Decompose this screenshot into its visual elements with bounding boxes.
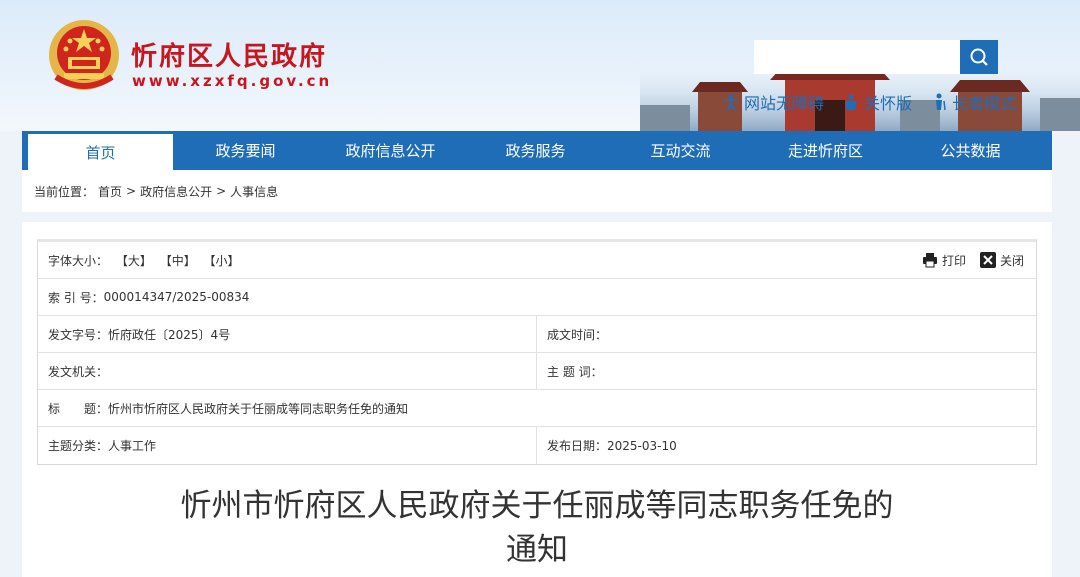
article-content: 字体大小： 【大】 【中】 【小】 打印 关闭 索 引 号： 000014347… bbox=[22, 222, 1052, 577]
written-date-label: 成文时间： bbox=[547, 327, 608, 342]
nav-item-services[interactable]: 政务服务 bbox=[463, 131, 608, 170]
document-title-line-1: 忻州市忻府区人民政府关于任丽成等同志职务任免的 bbox=[180, 488, 894, 524]
font-size-cell: 字体大小： 【大】 【中】 【小】 打印 关闭 bbox=[38, 242, 1036, 278]
nav-item-public-data[interactable]: 公共数据 bbox=[898, 131, 1043, 170]
document-title-line-2: 通知 bbox=[506, 532, 568, 568]
title-row: 标 题： 忻州市忻府区人民政府关于任丽成等同志职务任免的通知 bbox=[38, 390, 1036, 427]
keywords-label: 主 题 词： bbox=[547, 364, 603, 379]
tower-skyline-image bbox=[640, 40, 1080, 131]
document-title: 忻州市忻府区人民政府关于任丽成等同志职务任免的 通知 bbox=[22, 484, 1052, 572]
doc-number-row: 发文字号： 忻府政任〔2025〕4号 成文时间： bbox=[38, 316, 1036, 353]
search-icon bbox=[970, 48, 988, 66]
elder-mode-link[interactable]: 长者模式 bbox=[930, 90, 1016, 114]
title-value: 忻州市忻府区人民政府关于任丽成等同志职务任免的通知 bbox=[108, 401, 409, 416]
doc-number-label: 发文字号： bbox=[48, 327, 109, 342]
written-date-cell: 成文时间： bbox=[537, 316, 1036, 352]
keywords-cell: 主 题 词： bbox=[537, 353, 1036, 389]
document-info-table: 字体大小： 【大】 【中】 【小】 打印 关闭 索 引 号： 000014347… bbox=[37, 239, 1037, 465]
nav-item-news[interactable]: 政务要闻 bbox=[173, 131, 318, 170]
site-url: www.xzxfq.gov.cn bbox=[132, 72, 333, 90]
national-emblem-icon bbox=[49, 20, 119, 90]
category-value: 人事工作 bbox=[108, 439, 157, 453]
breadcrumb-home[interactable]: 首页 bbox=[98, 183, 122, 200]
care-icon bbox=[845, 94, 858, 110]
publish-date-label: 发布日期： bbox=[547, 439, 608, 453]
breadcrumb-info-disclosure[interactable]: 政府信息公开 bbox=[140, 183, 212, 200]
index-value: 000014347/2025-00834 bbox=[103, 290, 250, 304]
breadcrumb-separator: > bbox=[216, 184, 227, 198]
publish-date-cell: 发布日期： 2025-03-10 bbox=[537, 427, 1036, 464]
doc-number-value: 忻府政任〔2025〕4号 bbox=[108, 327, 231, 342]
title-cell: 标 题： 忻州市忻府区人民政府关于任丽成等同志职务任免的通知 bbox=[38, 390, 1036, 426]
nav-item-about[interactable]: 走进忻府区 bbox=[753, 131, 898, 170]
doc-number-cell: 发文字号： 忻府政任〔2025〕4号 bbox=[38, 316, 537, 352]
search-box bbox=[754, 40, 998, 74]
publish-date-value: 2025-03-10 bbox=[607, 438, 677, 453]
accessibility-link-label: 网站无障碍 bbox=[744, 94, 825, 113]
index-row: 索 引 号： 000014347/2025-00834 bbox=[38, 279, 1036, 316]
care-version-link-label: 关怀版 bbox=[864, 94, 913, 113]
issuer-cell: 发文机关： bbox=[38, 353, 537, 389]
category-cell: 主题分类： 人事工作 bbox=[38, 427, 537, 464]
font-size-small-button[interactable]: 【小】 bbox=[204, 254, 240, 268]
accessibility-link[interactable]: 网站无障碍 bbox=[722, 90, 824, 114]
close-icon bbox=[979, 252, 996, 268]
main-nav: 首页 政务要闻 政府信息公开 政务服务 互动交流 走进忻府区 公共数据 bbox=[22, 131, 1052, 170]
printer-icon bbox=[922, 253, 937, 268]
font-size-medium-button[interactable]: 【中】 bbox=[160, 254, 196, 268]
search-input[interactable] bbox=[754, 40, 960, 74]
search-button[interactable] bbox=[960, 40, 998, 74]
breadcrumb-personnel-info[interactable]: 人事信息 bbox=[230, 183, 278, 200]
care-version-link[interactable]: 关怀版 bbox=[842, 90, 912, 114]
site-header: 忻府区人民政府 www.xzxfq.gov.cn 网站无障碍 关怀版 长者模式 bbox=[0, 0, 1080, 131]
index-cell: 索 引 号： 000014347/2025-00834 bbox=[38, 279, 1036, 315]
nav-item-info-disclosure[interactable]: 政府信息公开 bbox=[318, 131, 463, 170]
title-label: 标 题： bbox=[48, 401, 109, 416]
elder-icon bbox=[936, 93, 946, 111]
breadcrumb-separator: > bbox=[126, 184, 137, 198]
top-links: 网站无障碍 关怀版 长者模式 bbox=[722, 90, 1016, 114]
print-label: 打印 bbox=[941, 253, 966, 268]
category-row: 主题分类： 人事工作 发布日期： 2025-03-10 bbox=[38, 427, 1036, 464]
elder-mode-link-label: 长者模式 bbox=[952, 94, 1017, 113]
index-label: 索 引 号： bbox=[48, 290, 104, 305]
page-tools: 打印 关闭 bbox=[922, 252, 1036, 269]
site-title: 忻府区人民政府 bbox=[131, 42, 328, 72]
nav-item-interaction[interactable]: 互动交流 bbox=[608, 131, 753, 170]
font-size-large-button[interactable]: 【大】 bbox=[116, 254, 152, 268]
breadcrumb-prefix: 当前位置： bbox=[34, 184, 95, 199]
close-button[interactable]: 关闭 bbox=[979, 252, 1024, 269]
breadcrumb: 当前位置： 首页 > 政府信息公开 > 人事信息 bbox=[22, 170, 1052, 212]
print-button[interactable]: 打印 bbox=[922, 252, 966, 269]
accessibility-icon bbox=[725, 94, 737, 111]
close-label: 关闭 bbox=[999, 253, 1024, 268]
nav-item-home[interactable]: 首页 bbox=[28, 134, 173, 170]
issuer-label: 发文机关： bbox=[48, 364, 109, 379]
font-size-label: 字体大小： bbox=[48, 253, 109, 268]
category-label: 主题分类： bbox=[48, 439, 109, 453]
font-size-row: 字体大小： 【大】 【中】 【小】 打印 关闭 bbox=[38, 242, 1036, 279]
issuer-row: 发文机关： 主 题 词： bbox=[38, 353, 1036, 390]
